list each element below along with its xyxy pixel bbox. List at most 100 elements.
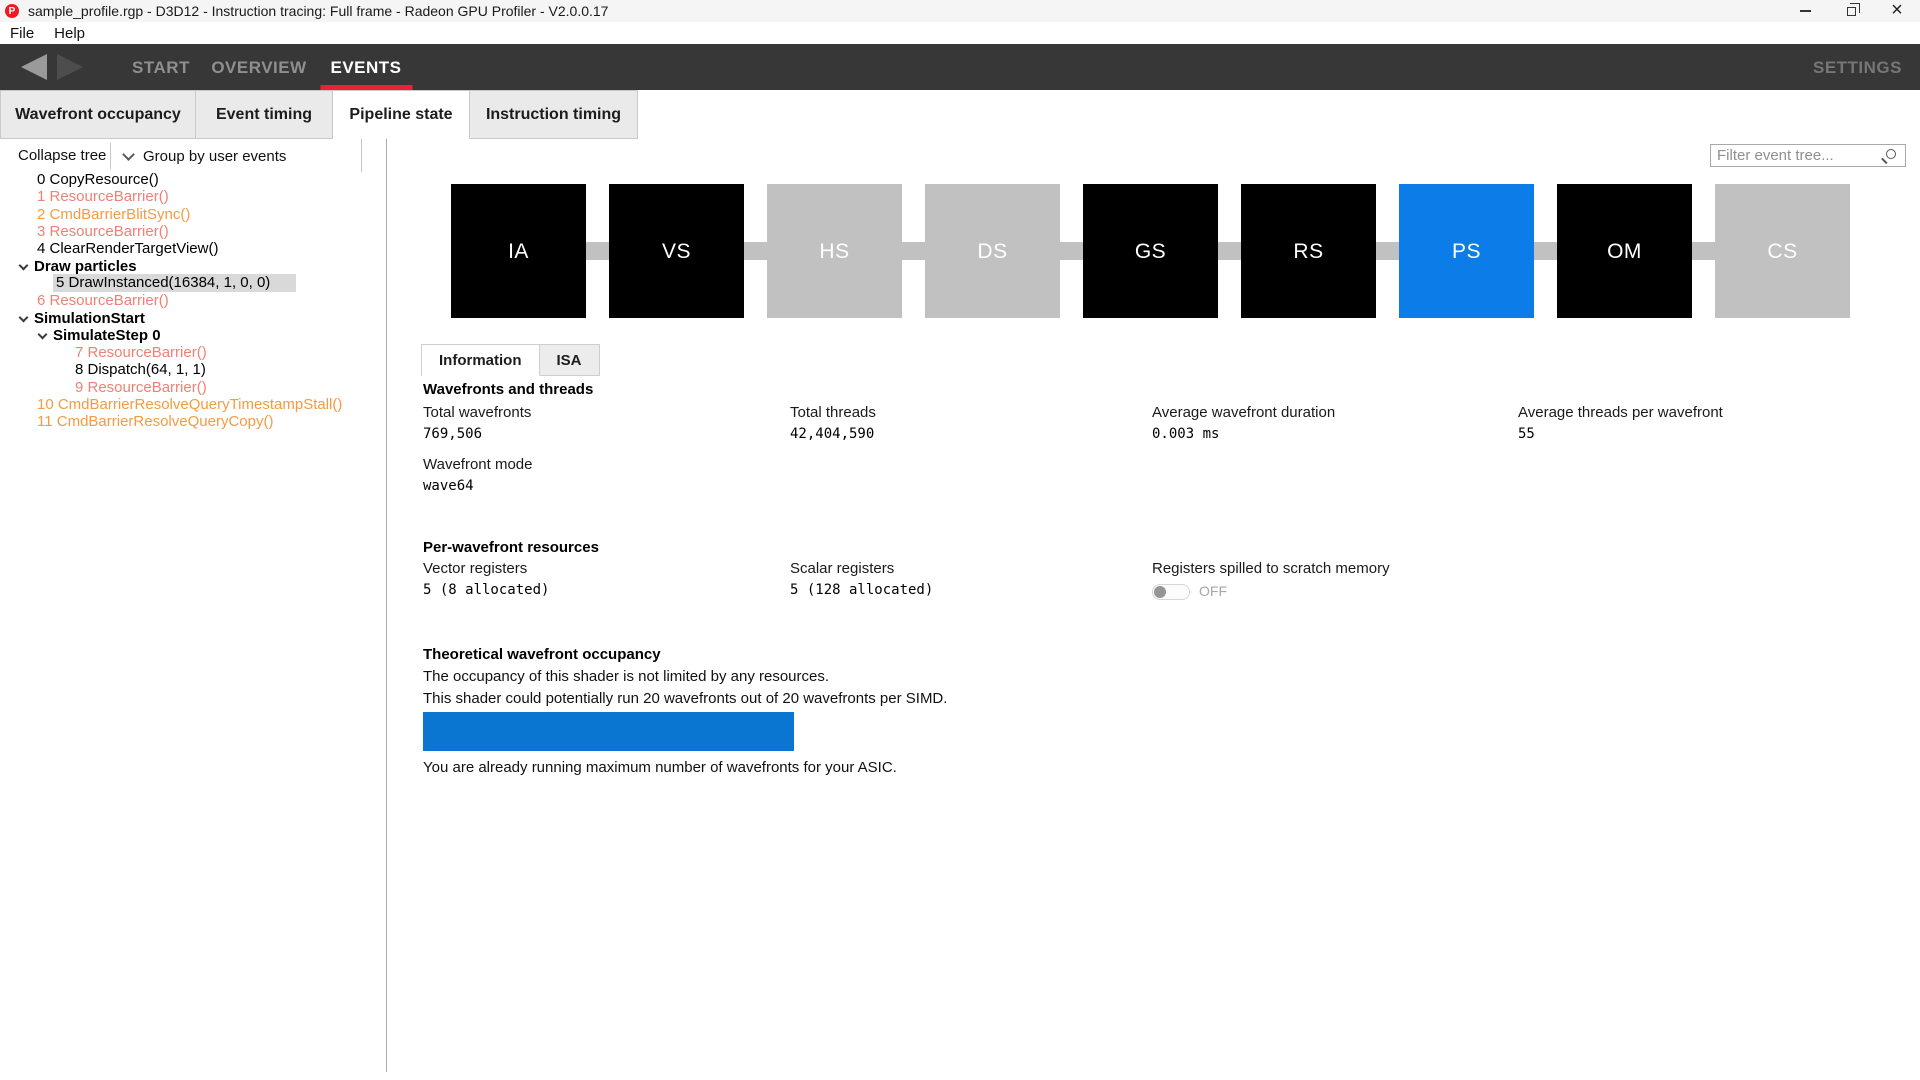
back-arrow-button[interactable]	[21, 54, 47, 80]
wavefronts-heading: Wavefronts and threads	[423, 381, 593, 398]
registers-spilled-label: Registers spilled to scratch memory	[1152, 560, 1390, 577]
tree-item[interactable]: 0 CopyResource()	[0, 171, 385, 188]
pipeline-connector	[1376, 242, 1399, 260]
pipeline-stage-wrap: IA	[451, 184, 586, 318]
tree-item[interactable]: 4 ClearRenderTargetView()	[0, 240, 385, 257]
tree-item-label: 7 ResourceBarrier()	[75, 344, 207, 361]
stat-value: 55	[1518, 426, 1723, 443]
pipeline-stage-wrap: PS	[1376, 184, 1534, 318]
nav-item-events[interactable]: EVENTS	[330, 44, 401, 90]
pipeline-stage-hs[interactable]: HS	[767, 184, 902, 318]
tree-item[interactable]: SimulationStart	[0, 309, 385, 326]
pipeline-stage-label: DS	[977, 243, 1007, 260]
tree-item-label: 0 CopyResource()	[37, 171, 159, 188]
detail-tabs: InformationISA	[421, 344, 600, 376]
pipeline-stage-label: IA	[508, 243, 529, 260]
pipeline-stage-wrap: VS	[586, 184, 744, 318]
tree-item[interactable]: 7 ResourceBarrier()	[0, 344, 385, 361]
panel-divider	[386, 139, 387, 1072]
pipeline-stage-gs[interactable]: GS	[1083, 184, 1218, 318]
tree-item-label: 2 CmdBarrierBlitSync()	[37, 206, 190, 223]
tree-item[interactable]: 6 ResourceBarrier()	[0, 292, 385, 309]
pipeline-stage-rs[interactable]: RS	[1241, 184, 1376, 318]
tree-item-label: 1 ResourceBarrier()	[37, 188, 169, 205]
stat-field: Average threads per wavefront 55	[1518, 404, 1723, 443]
wavefront-mode-field: Wavefront mode wave64	[423, 456, 533, 495]
nav-item-settings[interactable]: SETTINGS	[1813, 44, 1902, 90]
chevron-down-icon	[38, 329, 48, 339]
occupancy-line3: You are already running maximum number o…	[423, 759, 947, 776]
tab-instruction-timing[interactable]: Instruction timing	[470, 90, 638, 139]
tree-item-label: SimulateStep 0	[53, 327, 161, 344]
menubar: FileHelp	[0, 22, 1920, 44]
stat-label: Scalar registers	[790, 560, 933, 577]
tree-item-label: 3 ResourceBarrier()	[37, 223, 169, 240]
collapse-tree-button[interactable]: Collapse tree	[18, 147, 106, 164]
window-controls: ×	[1782, 0, 1920, 22]
occupancy-bar-fill	[423, 712, 794, 751]
filter-event-tree-input[interactable]	[1711, 145, 1881, 166]
pipeline-stage-label: CS	[1767, 243, 1797, 260]
pipeline-stage-wrap: OM	[1534, 184, 1692, 318]
tree-item[interactable]: Draw particles	[0, 257, 385, 274]
pipeline-stage-wrap: GS	[1060, 184, 1218, 318]
occupancy-line2: This shader could potentially run 20 wav…	[423, 690, 947, 707]
tree-item[interactable]: 10 CmdBarrierResolveQueryTimestampStall(…	[0, 396, 385, 413]
tree-item[interactable]: 5 DrawInstanced(16384, 1, 0, 0)	[0, 275, 385, 292]
pipeline-stage-vs[interactable]: VS	[609, 184, 744, 318]
pipeline-stage-wrap: CS	[1692, 184, 1850, 318]
wavefront-mode-label: Wavefront mode	[423, 456, 533, 473]
menu-item-file[interactable]: File	[0, 25, 44, 42]
menu-item-help[interactable]: Help	[44, 25, 95, 42]
tree-item[interactable]: 9 ResourceBarrier()	[0, 379, 385, 396]
forward-arrow-button[interactable]	[57, 54, 83, 80]
pipeline-stage-ia[interactable]: IA	[451, 184, 586, 318]
tree-item[interactable]: 2 CmdBarrierBlitSync()	[0, 206, 385, 223]
group-by-dropdown[interactable]: Group by user events	[122, 143, 286, 169]
pipeline-stage-wrap: RS	[1218, 184, 1376, 318]
registers-spilled-toggle[interactable]	[1152, 584, 1190, 600]
tree-item-label: 10 CmdBarrierResolveQueryTimestampStall(…	[37, 396, 342, 413]
pipeline-stage-ds[interactable]: DS	[925, 184, 1060, 318]
close-button[interactable]: ×	[1874, 0, 1920, 22]
tree-item[interactable]: 8 Dispatch(64, 1, 1)	[0, 361, 385, 378]
minimize-button[interactable]	[1782, 0, 1828, 22]
pipeline-stage-cs[interactable]: CS	[1715, 184, 1850, 318]
restore-button[interactable]	[1828, 0, 1874, 22]
stat-field: Total threads 42,404,590	[790, 404, 876, 443]
pipeline-connector	[902, 242, 925, 260]
tab-wavefront-occupancy[interactable]: Wavefront occupancy	[0, 90, 196, 139]
stat-value: 0.003 ms	[1152, 426, 1335, 443]
pipeline-stage-label: VS	[662, 243, 691, 260]
pipeline-stage-ps[interactable]: PS	[1399, 184, 1534, 318]
pipeline-connector	[586, 242, 609, 260]
detail-tab-information[interactable]: Information	[421, 344, 540, 376]
stat-field: Total wavefronts 769,506	[423, 404, 531, 443]
pipeline-diagram: IA VS HS DS GS RS PS OM	[451, 184, 1850, 318]
pipeline-stage-om[interactable]: OM	[1557, 184, 1692, 318]
pipeline-stage-label: PS	[1452, 243, 1481, 260]
tree-item[interactable]: SimulateStep 0	[0, 327, 385, 344]
tab-pipeline-state[interactable]: Pipeline state	[333, 90, 470, 139]
pipeline-connector	[1534, 242, 1557, 260]
occupancy-line1: The occupancy of this shader is not limi…	[423, 668, 947, 685]
tree-item[interactable]: 3 ResourceBarrier()	[0, 223, 385, 240]
nav-item-start[interactable]: START	[132, 44, 190, 90]
tree-item-label: 8 Dispatch(64, 1, 1)	[75, 361, 206, 378]
toggle-state-label: OFF	[1199, 583, 1227, 600]
restore-icon	[1847, 7, 1856, 16]
stat-label: Average wavefront duration	[1152, 404, 1335, 421]
toolbar-divider	[110, 143, 111, 169]
tree-item[interactable]: 11 CmdBarrierResolveQueryCopy()	[0, 413, 385, 430]
stat-value: 5 (128 allocated)	[790, 582, 933, 599]
pipeline-stage-label: HS	[819, 243, 849, 260]
nav-item-overview[interactable]: OVERVIEW	[211, 44, 306, 90]
tab-event-timing[interactable]: Event timing	[196, 90, 333, 139]
stat-label: Total threads	[790, 404, 876, 421]
pipeline-stage-label: RS	[1293, 243, 1323, 260]
resources-heading: Per-wavefront resources	[423, 539, 599, 556]
search-icon	[1886, 149, 1896, 159]
tree-item[interactable]: 1 ResourceBarrier()	[0, 188, 385, 205]
detail-tab-isa[interactable]: ISA	[540, 344, 600, 376]
app-logo-icon: P	[5, 4, 19, 18]
